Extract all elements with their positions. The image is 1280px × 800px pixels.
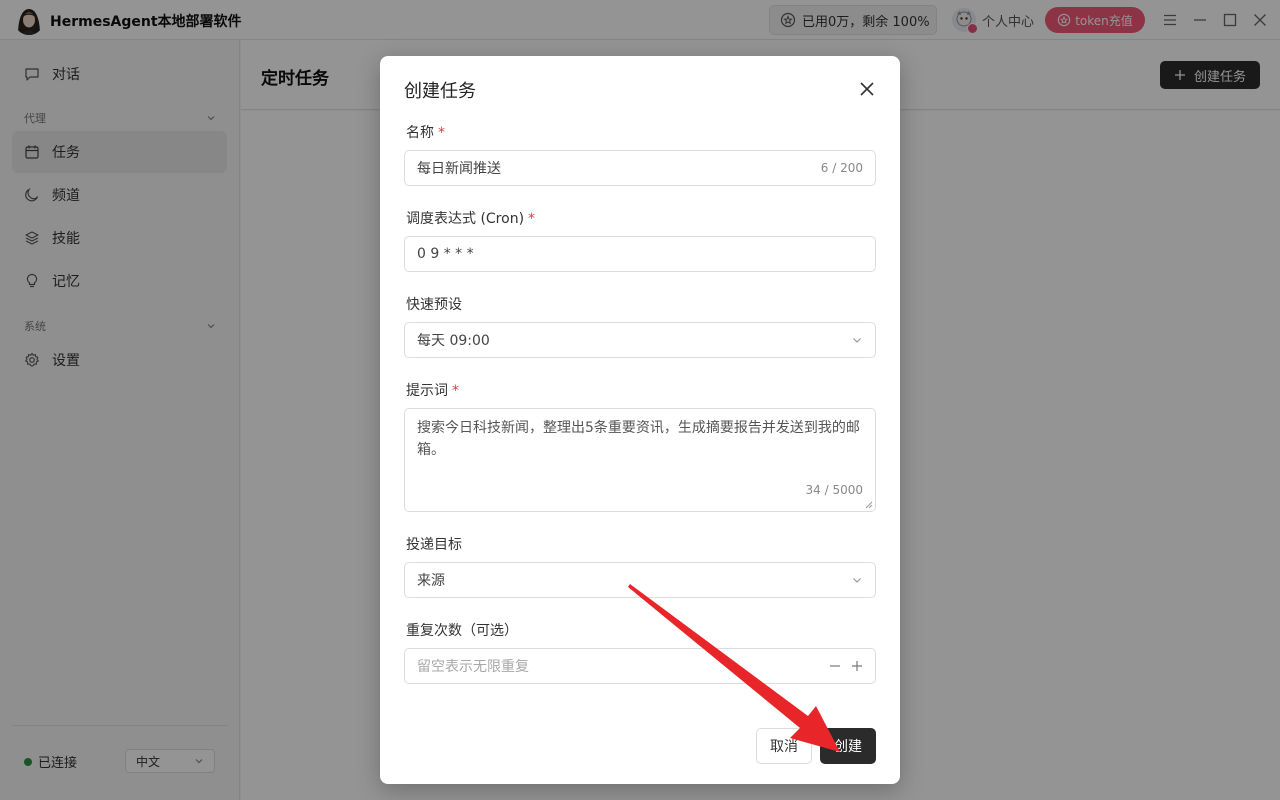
cron-field-label: 调度表达式 (Cron) *	[406, 208, 535, 228]
required-asterisk: *	[528, 211, 536, 227]
create-task-dialog: 创建任务 名称 * 每日新闻推送 6 / 200 调度表达式 (Cron) * 0 …	[380, 56, 900, 784]
cron-label-text: 调度表达式 (Cron)	[406, 211, 525, 227]
repeat-count-stepper[interactable]: 留空表示无限重复	[404, 648, 876, 684]
dialog-title: 创建任务	[404, 81, 476, 102]
chevron-down-icon	[853, 338, 861, 343]
delivery-field-label: 投递目标	[406, 537, 462, 553]
name-input[interactable]: 每日新闻推送 6 / 200	[404, 150, 876, 186]
repeat-field-label: 重复次数（可选）	[406, 623, 518, 639]
preset-select[interactable]: 每天 09:00	[404, 322, 876, 358]
delivery-select[interactable]: 来源	[404, 562, 876, 598]
name-field-label: 名称 *	[406, 122, 445, 142]
cron-input-value: 0 9 * * *	[417, 246, 474, 262]
name-char-counter: 6 / 200	[820, 161, 863, 175]
stepper-controls	[829, 660, 863, 672]
repeat-count-placeholder: 留空表示无限重复	[417, 659, 529, 675]
preset-select-value: 每天 09:00	[417, 333, 490, 349]
prompt-textarea-value: 搜索今日科技新闻，整理出5条重要资讯，生成摘要报告并发送到我的邮箱。	[417, 420, 860, 458]
minus-icon[interactable]	[829, 660, 841, 672]
cancel-button[interactable]: 取消	[756, 728, 812, 764]
name-label-text: 名称	[406, 125, 434, 141]
prompt-label-text: 提示词	[406, 383, 448, 399]
cron-input[interactable]: 0 9 * * *	[404, 236, 876, 272]
chevron-down-icon	[853, 578, 861, 583]
close-icon	[860, 82, 874, 96]
plus-icon[interactable]	[851, 660, 863, 672]
dialog-close-button[interactable]	[856, 78, 878, 100]
resize-handle-icon[interactable]	[865, 501, 873, 509]
name-input-value: 每日新闻推送	[417, 161, 501, 177]
prompt-field-label: 提示词 *	[406, 380, 459, 400]
required-asterisk: *	[452, 383, 459, 399]
prompt-char-counter: 34 / 5000	[805, 483, 863, 497]
create-submit-button[interactable]: 创建	[820, 728, 876, 764]
preset-field-label: 快速预设	[406, 297, 462, 313]
required-asterisk: *	[438, 125, 445, 141]
prompt-textarea[interactable]: 搜索今日科技新闻，整理出5条重要资讯，生成摘要报告并发送到我的邮箱。 34 / …	[404, 408, 876, 512]
delivery-select-value: 来源	[417, 573, 445, 589]
